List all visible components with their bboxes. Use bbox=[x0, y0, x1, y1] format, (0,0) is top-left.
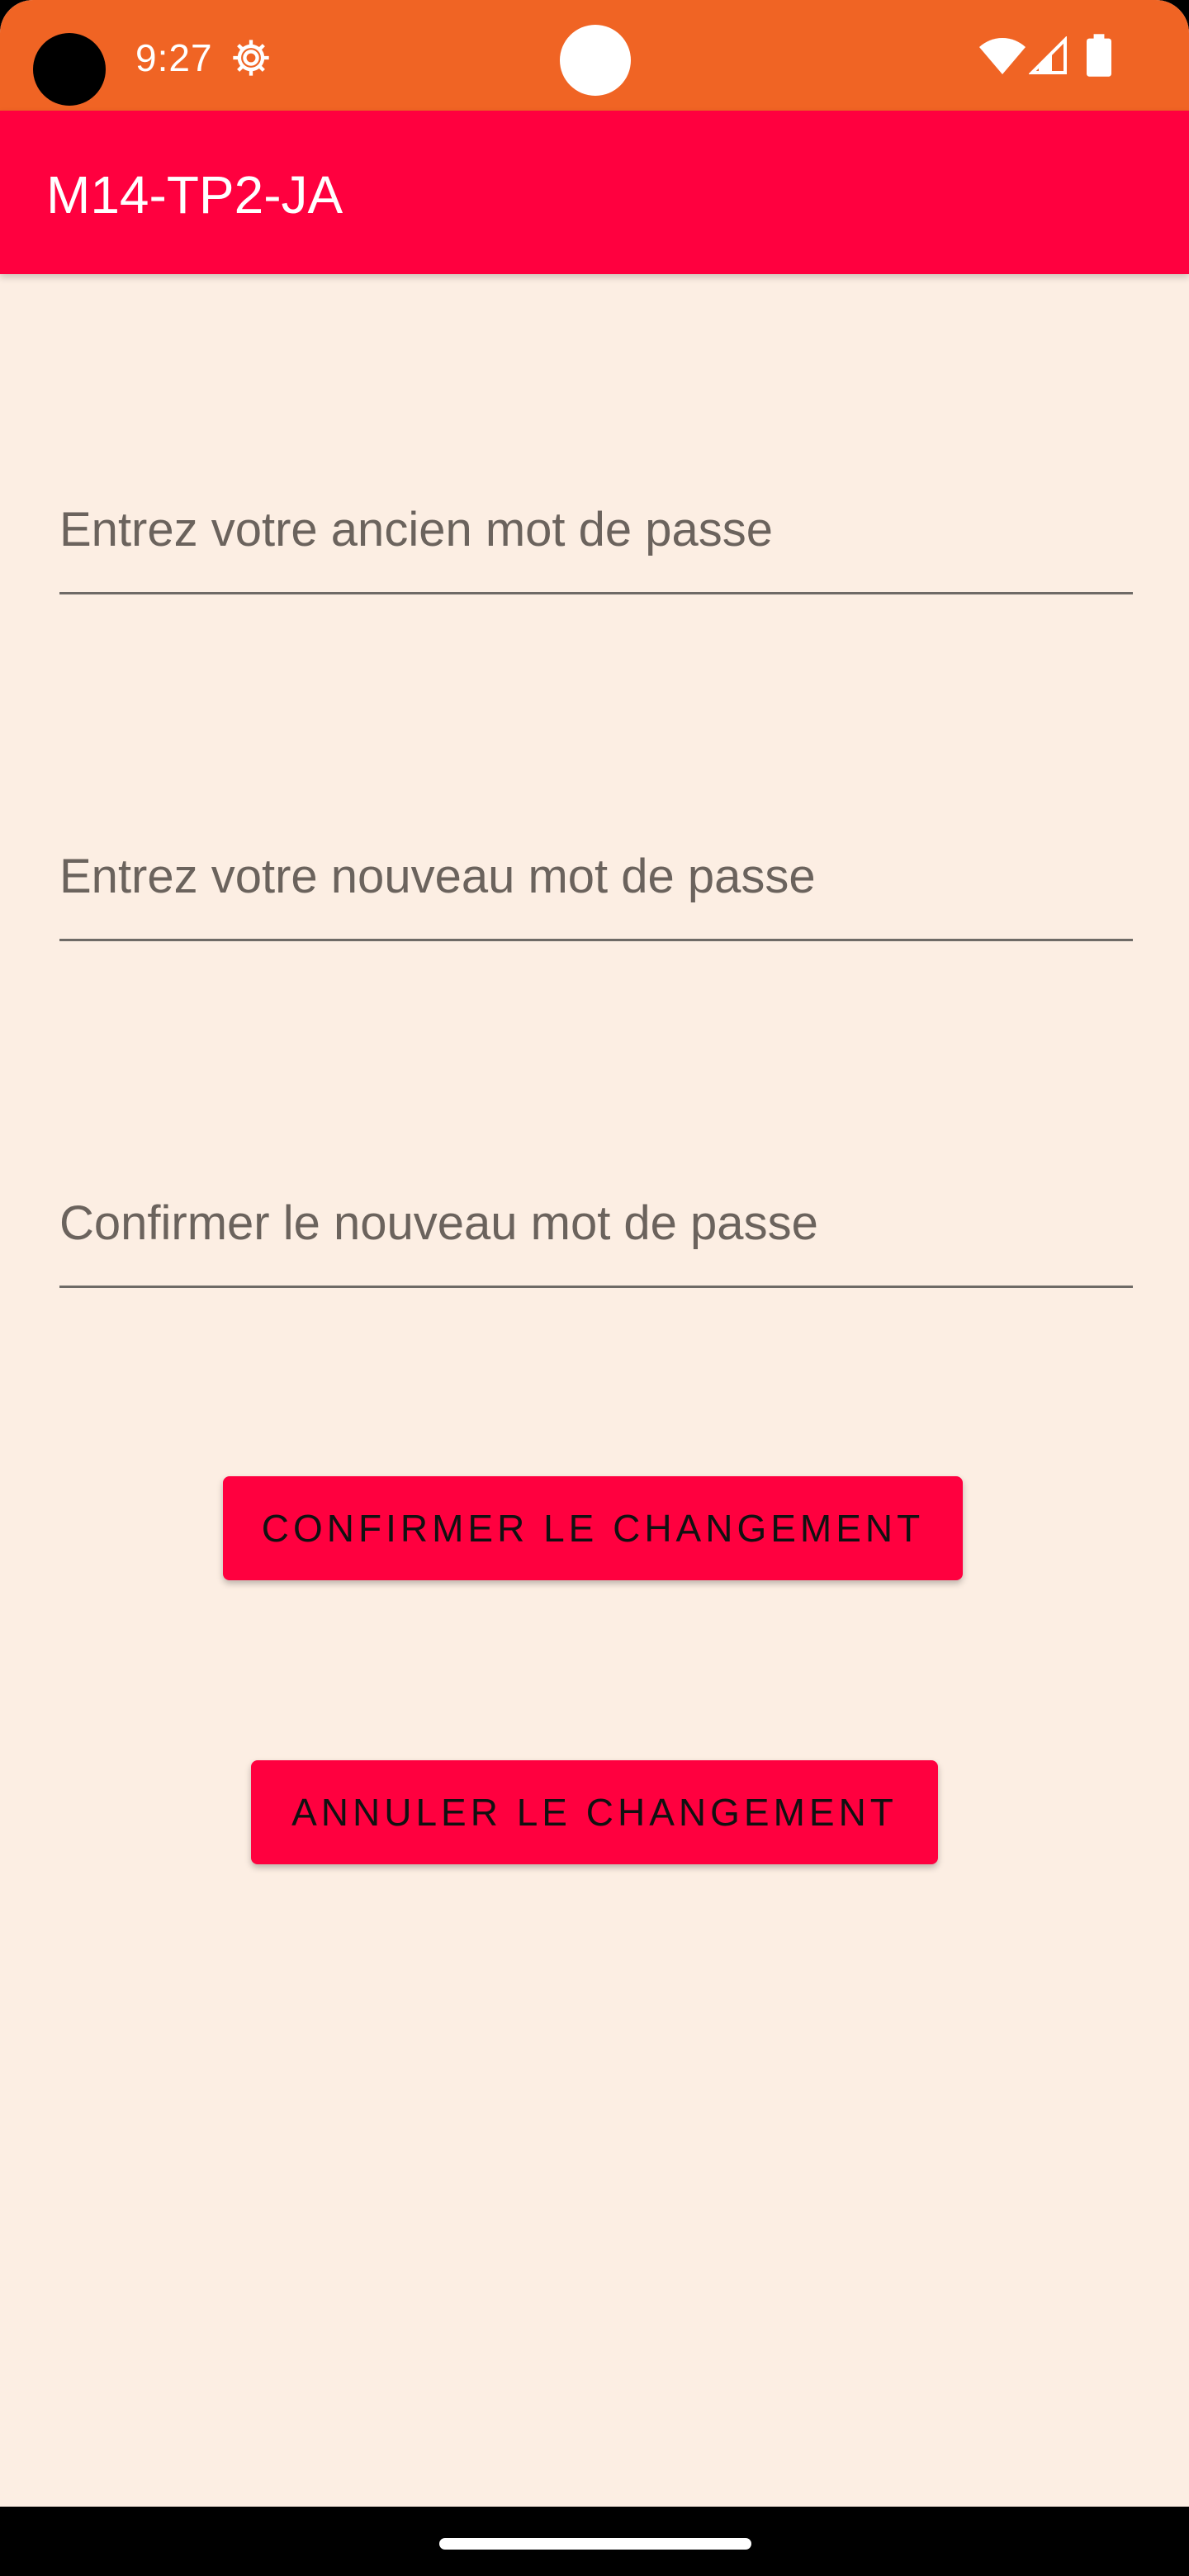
old-password-input[interactable] bbox=[59, 487, 1133, 592]
wifi-icon bbox=[979, 38, 1026, 74]
new-password-input[interactable] bbox=[59, 834, 1133, 939]
camera-cutout bbox=[33, 33, 106, 106]
app-title: M14-TP2-JA bbox=[46, 165, 343, 225]
confirm-password-input[interactable] bbox=[59, 1181, 1133, 1286]
confirm-change-button[interactable]: CONFIRMER LE CHANGEMENT bbox=[223, 1476, 963, 1580]
old-password-field[interactable] bbox=[59, 487, 1133, 594]
front-sensor bbox=[560, 25, 631, 96]
navigation-bar bbox=[0, 2507, 1189, 2576]
confirm-password-field[interactable] bbox=[59, 1181, 1133, 1288]
home-gesture-handle[interactable] bbox=[439, 2538, 751, 2550]
app-screen: 9:27 M14-TP2-JA CONFIRMER LE CHANGEMENT … bbox=[0, 0, 1189, 2576]
new-password-field[interactable] bbox=[59, 834, 1133, 941]
gear-icon bbox=[233, 40, 269, 76]
app-bar: M14-TP2-JA bbox=[0, 111, 1189, 274]
status-bar: 9:27 bbox=[0, 0, 1189, 111]
status-time: 9:27 bbox=[135, 36, 213, 79]
cancel-change-button[interactable]: ANNULER LE CHANGEMENT bbox=[251, 1760, 938, 1864]
battery-icon bbox=[1087, 34, 1111, 77]
signal-icon bbox=[1029, 36, 1067, 74]
